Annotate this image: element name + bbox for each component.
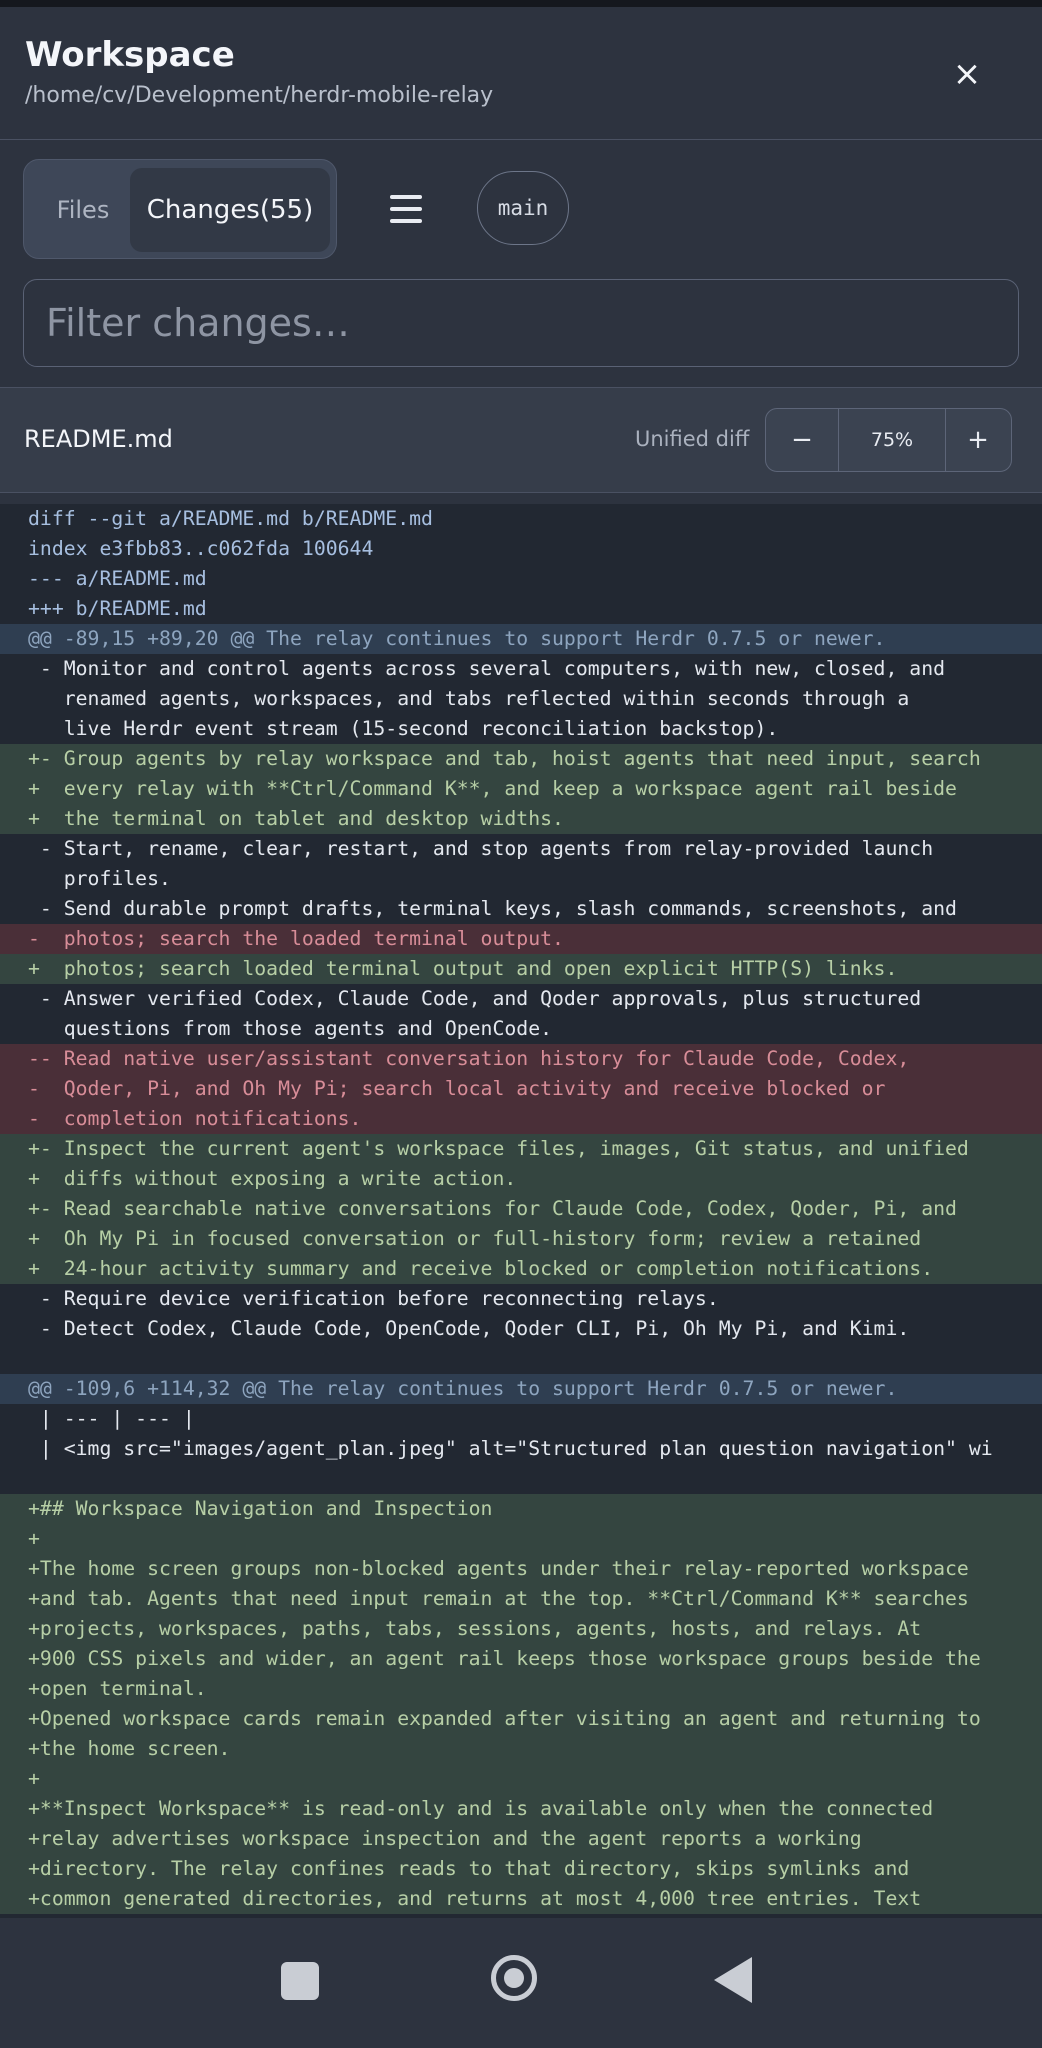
file-toolbar: README.md Unified diff − 75% + xyxy=(0,387,1042,493)
diff-line-add: +The home screen groups non-blocked agen… xyxy=(0,1554,1042,1584)
diff-line-del: -- Read native user/assistant conversati… xyxy=(0,1044,1042,1074)
diff-line-add: + every relay with **Ctrl/Command K**, a… xyxy=(0,774,1042,804)
diff-line-hunk: @@ -89,15 +89,20 @@ The relay continues … xyxy=(0,624,1042,654)
zoom-in-button[interactable]: + xyxy=(944,409,1012,471)
file-name: README.md xyxy=(24,425,173,453)
diff-line-ctx: | <img src="images/agent_plan.jpeg" alt=… xyxy=(28,1437,993,1460)
diff-line-add: +projects, workspaces, paths, tabs, sess… xyxy=(0,1614,1042,1644)
filter-changes-input[interactable] xyxy=(23,279,1019,367)
diff-line-ctx: live Herdr event stream (15-second recon… xyxy=(28,717,779,740)
diff-line-add: +- Read searchable native conversations … xyxy=(0,1194,1042,1224)
diff-line-ctx: | --- | --- | xyxy=(28,1407,195,1430)
tab-changes[interactable]: Changes(55) xyxy=(130,168,330,252)
diff-line-add: +directory. The relay confines reads to … xyxy=(0,1854,1042,1884)
diff-line-add: +900 CSS pixels and wider, an agent rail… xyxy=(0,1644,1042,1674)
diff-line-head: index e3fbb83..c062fda 100644 xyxy=(28,537,374,560)
status-strip xyxy=(0,0,1042,7)
diff-line-add: +- Group agents by relay workspace and t… xyxy=(0,744,1042,774)
diff-line-add: + photos; search loaded terminal output … xyxy=(0,954,1042,984)
diff-line-ctx: - Answer verified Codex, Claude Code, an… xyxy=(28,987,922,1010)
diff-line-add: +**Inspect Workspace** is read-only and … xyxy=(0,1794,1042,1824)
diff-line-add: + xyxy=(0,1764,1042,1794)
diff-line-add: + the terminal on tablet and desktop wid… xyxy=(0,804,1042,834)
diff-line-head: +++ b/README.md xyxy=(28,597,207,620)
zoom-out-button[interactable]: − xyxy=(766,409,838,471)
diff-line-add: + xyxy=(0,1524,1042,1554)
workspace-header: Workspace /home/cv/Development/herdr-mob… xyxy=(0,7,1042,140)
diff-line-add: + 24-hour activity summary and receive b… xyxy=(0,1254,1042,1284)
diff-line-add: + diffs without exposing a write action. xyxy=(0,1164,1042,1194)
diff-line-add: + Oh My Pi in focused conversation or fu… xyxy=(0,1224,1042,1254)
diff-line-add: +common generated directories, and retur… xyxy=(0,1884,1042,1914)
branch-chip[interactable]: main xyxy=(477,171,569,245)
diff-line-ctx: questions from those agents and OpenCode… xyxy=(28,1017,553,1040)
square-recents-icon[interactable] xyxy=(281,1962,319,2000)
workspace-path: /home/cv/Development/herdr-mobile-relay xyxy=(25,83,494,108)
circle-home-icon[interactable] xyxy=(491,1955,537,2001)
tab-files[interactable]: Files xyxy=(42,182,124,238)
diff-mode-label: Unified diff xyxy=(635,427,750,451)
diff-line-add: +## Workspace Navigation and Inspection xyxy=(0,1494,1042,1524)
diff-line-ctx: profiles. xyxy=(28,867,171,890)
diff-line-del: - Qoder, Pi, and Oh My Pi; search local … xyxy=(0,1074,1042,1104)
diff-line-add: +Opened workspace cards remain expanded … xyxy=(0,1704,1042,1734)
diff-line-ctx: - Start, rename, clear, restart, and sto… xyxy=(28,837,934,860)
diff-line-ctx: - Monitor and control agents across seve… xyxy=(28,657,946,680)
diff-line-add: +- Inspect the current agent's workspace… xyxy=(0,1134,1042,1164)
diff-line-add: +relay advertises workspace inspection a… xyxy=(0,1824,1042,1854)
diff-line-add: +and tab. Agents that need input remain … xyxy=(0,1584,1042,1614)
diff-line-del: - photos; search the loaded terminal out… xyxy=(0,924,1042,954)
view-toggle: Files Changes(55) xyxy=(23,159,337,259)
diff-line-hunk: @@ -109,6 +114,32 @@ The relay continues… xyxy=(0,1374,1042,1404)
hamburger-menu-icon[interactable] xyxy=(386,191,426,227)
diff-line-del: - completion notifications. xyxy=(0,1104,1042,1134)
zoom-level: 75% xyxy=(838,409,946,471)
close-icon[interactable]: × xyxy=(945,52,989,96)
page-title: Workspace xyxy=(25,35,235,75)
zoom-control: − 75% + xyxy=(765,408,1012,472)
diff-line-ctx: - Detect Codex, Claude Code, OpenCode, Q… xyxy=(28,1317,910,1340)
diff-view[interactable]: diff --git a/README.md b/README.md index … xyxy=(0,504,1042,1918)
diff-line-head: diff --git a/README.md b/README.md xyxy=(28,507,433,530)
diff-line-head: --- a/README.md xyxy=(28,567,207,590)
diff-line-ctx: - Require device verification before rec… xyxy=(28,1287,719,1310)
diff-line-blank xyxy=(0,1464,1042,1494)
diff-line-ctx: renamed agents, workspaces, and tabs ref… xyxy=(28,687,910,710)
triangle-back-icon[interactable] xyxy=(714,1957,752,2003)
diff-line-blank xyxy=(0,1344,1042,1374)
diff-line-ctx: - Send durable prompt drafts, terminal k… xyxy=(28,897,957,920)
diff-line-add: +the home screen. xyxy=(0,1734,1042,1764)
diff-line-add: +open terminal. xyxy=(0,1674,1042,1704)
